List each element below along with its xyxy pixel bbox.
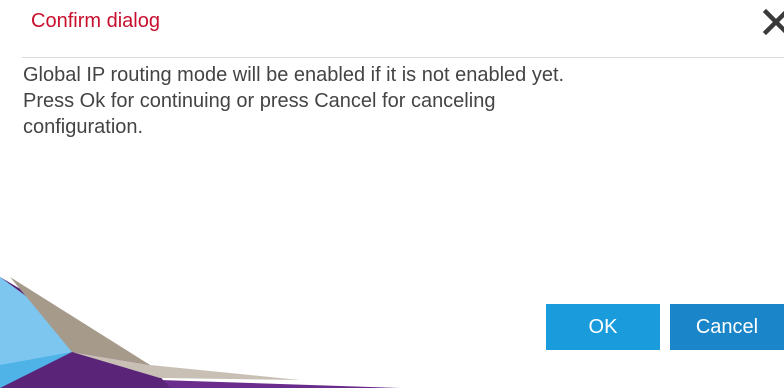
ok-button[interactable]: OK xyxy=(546,304,660,350)
message-line: configuration. xyxy=(23,116,144,138)
confirm-dialog: Confirm dialog Global IP routing mode wi… xyxy=(0,0,784,388)
message-line: Press Ok for continuing or press Cancel … xyxy=(23,90,496,112)
brand-graphic xyxy=(0,277,400,388)
close-icon[interactable] xyxy=(762,4,784,38)
dialog-title: Confirm dialog xyxy=(31,10,160,32)
title-divider xyxy=(22,57,784,58)
dialog-message: Global IP routing mode will be enabled i… xyxy=(23,62,763,140)
cancel-button[interactable]: Cancel xyxy=(670,304,784,350)
message-line: Global IP routing mode will be enabled i… xyxy=(23,64,565,86)
